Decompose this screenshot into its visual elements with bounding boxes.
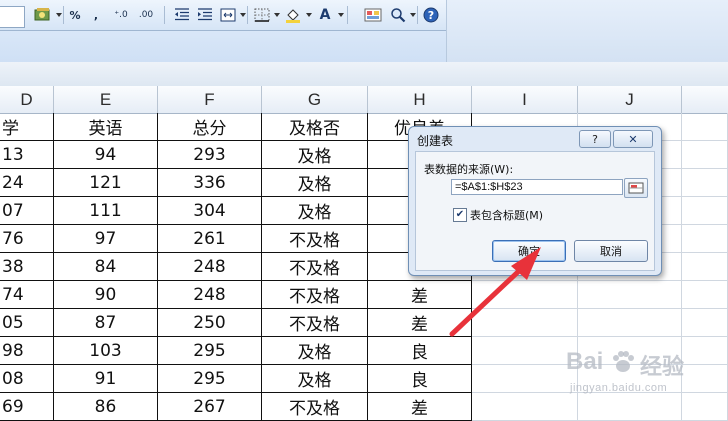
baidu-jingyan-watermark: Bai 经验 jingyan.baidu.com [566,346,726,406]
watermark-url: jingyan.baidu.com [570,382,668,394]
watermark-brand-cn: 经验 [640,355,685,380]
watermark-brand: Bai [566,348,604,375]
paw-icon [613,351,634,372]
